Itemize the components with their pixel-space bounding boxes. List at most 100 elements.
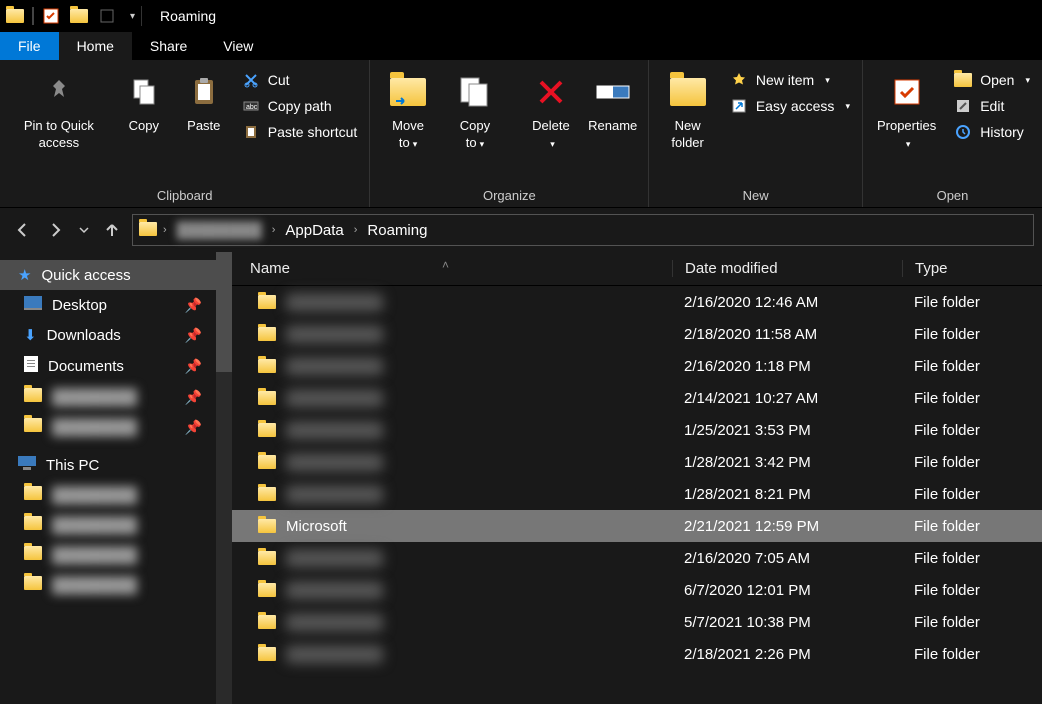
address-folder-icon	[139, 222, 157, 239]
paste-shortcut-button[interactable]: Paste shortcut	[236, 120, 364, 144]
chevron-right-icon[interactable]: ›	[352, 224, 360, 236]
copy-path-button[interactable]: abc Copy path	[236, 94, 364, 118]
ribbon-group-open: Properties▾ Open▾ Edit History Open	[863, 60, 1042, 207]
copy-path-icon: abc	[242, 97, 260, 115]
folder-icon	[24, 516, 42, 534]
table-row[interactable]: ████████2/14/2021 10:27 AMFile folder	[232, 382, 1042, 414]
rename-button[interactable]: Rename	[583, 64, 642, 139]
up-button[interactable]	[98, 216, 126, 244]
recent-locations-button[interactable]	[76, 216, 92, 244]
qat-newfolder-icon[interactable]	[68, 5, 90, 27]
new-folder-button[interactable]: New folder	[655, 64, 719, 156]
scrollbar-thumb[interactable]	[216, 252, 232, 372]
paste-shortcut-label: Paste shortcut	[268, 124, 358, 140]
file-type: File folder	[902, 390, 1042, 407]
sidebar-item-blurred[interactable]: ████████ 📌	[0, 382, 232, 412]
tab-home[interactable]: Home	[59, 32, 132, 60]
star-icon: ★	[18, 266, 31, 284]
sidebar-documents[interactable]: Documents 📌	[0, 350, 232, 382]
folder-icon	[258, 295, 276, 309]
table-row[interactable]: ████████6/7/2020 12:01 PMFile folder	[232, 574, 1042, 606]
file-date: 2/18/2021 2:26 PM	[672, 646, 902, 663]
table-row[interactable]: ████████1/28/2021 8:21 PMFile folder	[232, 478, 1042, 510]
address-bar[interactable]: › ████████ › AppData › Roaming	[132, 214, 1034, 246]
back-button[interactable]	[8, 216, 36, 244]
easy-access-button[interactable]: Easy access▾	[724, 94, 856, 118]
breadcrumb-appdata[interactable]: AppData	[281, 222, 347, 239]
tab-view[interactable]: View	[205, 32, 271, 60]
sidebar-desktop[interactable]: Desktop 📌	[0, 290, 232, 320]
move-to-icon	[390, 68, 426, 116]
table-row[interactable]: Microsoft2/21/2021 12:59 PMFile folder	[232, 510, 1042, 542]
new-folder-label: New folder	[663, 118, 711, 152]
table-row[interactable]: ████████2/16/2020 7:05 AMFile folder	[232, 542, 1042, 574]
folder-icon	[258, 487, 276, 501]
folder-icon	[24, 388, 42, 406]
file-name: ████████	[286, 486, 383, 503]
sidebar-downloads[interactable]: ⬇ Downloads 📌	[0, 320, 232, 350]
move-to-button[interactable]: Move to▾	[376, 64, 440, 156]
sidebar-item-blurred[interactable]: ████████	[0, 540, 232, 570]
file-name: ████████	[286, 390, 383, 407]
app-icon	[4, 5, 26, 27]
sidebar-item-blurred[interactable]: ████████	[0, 480, 232, 510]
sidebar-item-blurred[interactable]: ████████	[0, 570, 232, 600]
sidebar-item-blurred[interactable]: ████████	[0, 510, 232, 540]
new-item-button[interactable]: New item▾	[724, 68, 856, 92]
file-date: 1/25/2021 3:53 PM	[672, 422, 902, 439]
tabbar: File Home Share View	[0, 32, 1042, 60]
paste-shortcut-icon	[242, 123, 260, 141]
column-name[interactable]: Name ˄	[232, 260, 672, 277]
paste-button[interactable]: Paste	[176, 64, 232, 139]
file-type: File folder	[902, 358, 1042, 375]
clipboard-group-label: Clipboard	[6, 186, 363, 205]
file-type: File folder	[902, 550, 1042, 567]
file-name: ████████	[286, 550, 383, 567]
documents-label: Documents	[48, 358, 124, 375]
sidebar-scrollbar[interactable]	[216, 252, 232, 704]
table-row[interactable]: ████████2/18/2021 2:26 PMFile folder	[232, 638, 1042, 670]
copy-to-button[interactable]: Copy to▾	[444, 64, 506, 156]
tab-share[interactable]: Share	[132, 32, 205, 60]
delete-button[interactable]: Delete▾	[523, 64, 579, 156]
sidebar-this-pc[interactable]: This PC	[0, 450, 232, 480]
column-date[interactable]: Date modified	[672, 260, 902, 277]
pin-to-quick-access-button[interactable]: Pin to Quick access	[6, 64, 112, 156]
breadcrumb-user[interactable]: ████████	[173, 222, 266, 239]
copy-icon	[128, 68, 160, 116]
qat-undo-icon[interactable]	[96, 5, 118, 27]
cut-icon	[242, 71, 260, 89]
file-type: File folder	[902, 582, 1042, 599]
move-to-label: Move to	[392, 118, 424, 150]
edit-button[interactable]: Edit	[948, 94, 1036, 118]
table-row[interactable]: ████████5/7/2021 10:38 PMFile folder	[232, 606, 1042, 638]
file-type: File folder	[902, 614, 1042, 631]
ribbon-group-organize: Move to▾ Copy to▾ Delete▾ Rename	[370, 60, 649, 207]
organize-group-label: Organize	[376, 186, 642, 205]
table-row[interactable]: ████████2/16/2020 12:46 AMFile folder	[232, 286, 1042, 318]
open-button[interactable]: Open▾	[948, 68, 1036, 92]
sidebar-item-blurred[interactable]: ████████ 📌	[0, 412, 232, 442]
breadcrumb-roaming[interactable]: Roaming	[363, 222, 431, 239]
table-row[interactable]: ████████2/16/2020 1:18 PMFile folder	[232, 350, 1042, 382]
tab-file[interactable]: File	[0, 32, 59, 60]
column-type[interactable]: Type	[902, 260, 1042, 277]
table-row[interactable]: ████████1/25/2021 3:53 PMFile folder	[232, 414, 1042, 446]
file-date: 1/28/2021 3:42 PM	[672, 454, 902, 471]
table-row[interactable]: ████████2/18/2020 11:58 AMFile folder	[232, 318, 1042, 350]
cut-button[interactable]: Cut	[236, 68, 364, 92]
new-item-label: New item	[756, 72, 814, 88]
qat-customize-icon[interactable]: ▾	[130, 11, 135, 22]
history-icon	[954, 123, 972, 141]
chevron-right-icon[interactable]: ›	[161, 224, 169, 236]
chevron-right-icon[interactable]: ›	[270, 224, 278, 236]
properties-button[interactable]: Properties▾	[869, 64, 944, 156]
copy-button[interactable]: Copy	[116, 64, 172, 139]
file-type: File folder	[902, 422, 1042, 439]
downloads-icon: ⬇	[24, 326, 37, 344]
forward-button[interactable]	[42, 216, 70, 244]
sidebar-quick-access[interactable]: ★ Quick access	[0, 260, 232, 290]
qat-properties-icon[interactable]	[40, 5, 62, 27]
table-row[interactable]: ████████1/28/2021 3:42 PMFile folder	[232, 446, 1042, 478]
history-button[interactable]: History	[948, 120, 1036, 144]
